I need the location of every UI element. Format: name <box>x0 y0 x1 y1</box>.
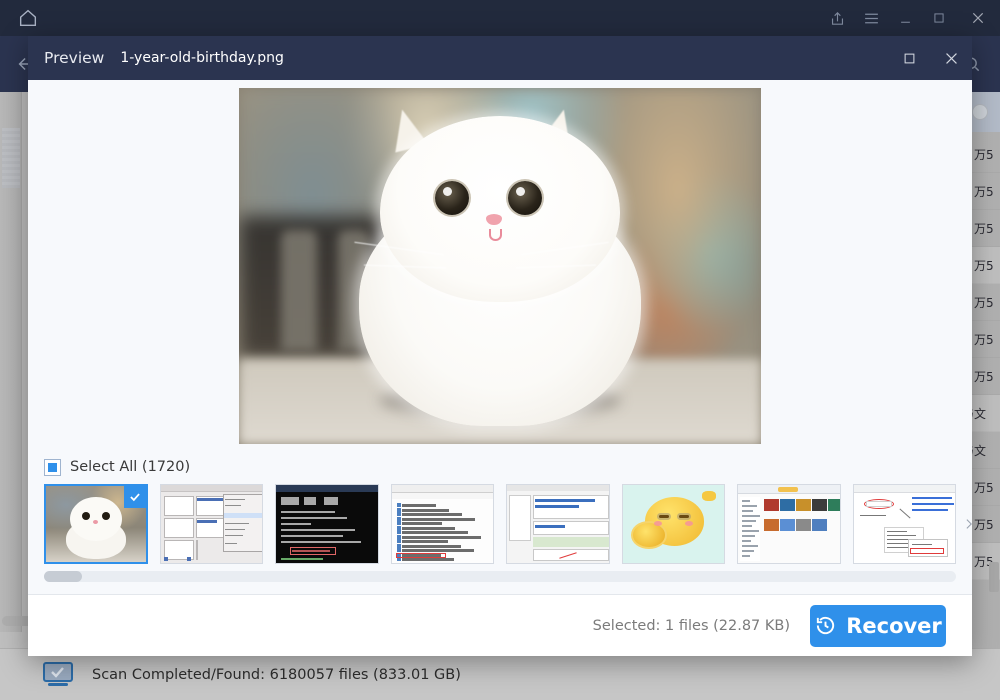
thumbnail-check-icon[interactable] <box>124 486 146 508</box>
thumbnail-cartoon-emoji[interactable] <box>622 484 726 564</box>
checkbox-indeterminate-mark <box>48 463 57 472</box>
cat-mouth <box>489 229 502 241</box>
close-icon[interactable] <box>956 0 1000 36</box>
background-left-tree <box>2 128 20 188</box>
preview-dialog-title: Preview <box>44 49 104 67</box>
thumbnail-device-manager[interactable] <box>391 484 495 564</box>
hamburger-menu-icon[interactable] <box>854 0 888 36</box>
select-all-row: Select All (1720) <box>28 452 972 482</box>
select-all-label: Select All (1720) <box>70 459 190 475</box>
preview-dialog-titlebar: Preview 1-year-old-birthday.png <box>28 36 972 80</box>
cat-head <box>380 116 620 301</box>
thumbnail-cat-photo[interactable] <box>44 484 148 564</box>
thumbnail-placeholder-icon <box>972 104 988 120</box>
thumbnail-terminal[interactable] <box>275 484 379 564</box>
minimize-icon[interactable] <box>888 0 922 36</box>
preview-dialog: Preview 1-year-old-birthday.png <box>28 36 972 656</box>
background-list-scrollbar[interactable] <box>989 562 999 592</box>
cat-eye-right <box>508 181 542 215</box>
preview-image <box>239 88 761 444</box>
background-left-panel <box>0 92 22 632</box>
thumbnail-google-drive-doc[interactable] <box>853 484 957 564</box>
history-restore-icon <box>814 614 837 637</box>
preview-image-area <box>28 80 972 452</box>
scan-status-text: Scan Completed/Found: 6180057 files (833… <box>92 667 461 683</box>
screen: 日万5日万5日万5日万5日万5日万5日万5与文与文日万5日万5日万5 Recov… <box>0 0 1000 700</box>
maximize-icon[interactable] <box>922 0 956 36</box>
thumbnail-dialog-window[interactable] <box>506 484 610 564</box>
recover-button-label: Recover <box>846 614 942 638</box>
chevron-right-icon[interactable] <box>958 512 978 536</box>
thumbnail-disk-management[interactable] <box>160 484 264 564</box>
app-titlebar <box>0 0 1000 36</box>
photo-background-pillar-1 <box>281 230 318 351</box>
home-icon[interactable] <box>0 0 56 36</box>
cat-eye-left <box>435 181 469 215</box>
selected-files-summary: Selected: 1 files (22.87 KB) <box>593 618 790 634</box>
thumbnail-horizontal-scrollbar[interactable] <box>44 571 956 582</box>
preview-dialog-footer: Selected: 1 files (22.87 KB) Recover <box>28 594 972 656</box>
share-icon[interactable] <box>820 0 854 36</box>
select-all-checkbox[interactable] <box>44 459 61 476</box>
dialog-close-icon[interactable] <box>930 36 972 80</box>
preview-filename: 1-year-old-birthday.png <box>120 50 284 66</box>
dialog-maximize-icon[interactable] <box>888 36 930 80</box>
thumbnail-file-explorer[interactable] <box>737 484 841 564</box>
scrollbar-thumb[interactable] <box>44 571 82 582</box>
monitor-icon <box>38 660 78 690</box>
recover-button[interactable]: Recover <box>810 605 946 647</box>
thumbnail-strip <box>44 484 956 564</box>
